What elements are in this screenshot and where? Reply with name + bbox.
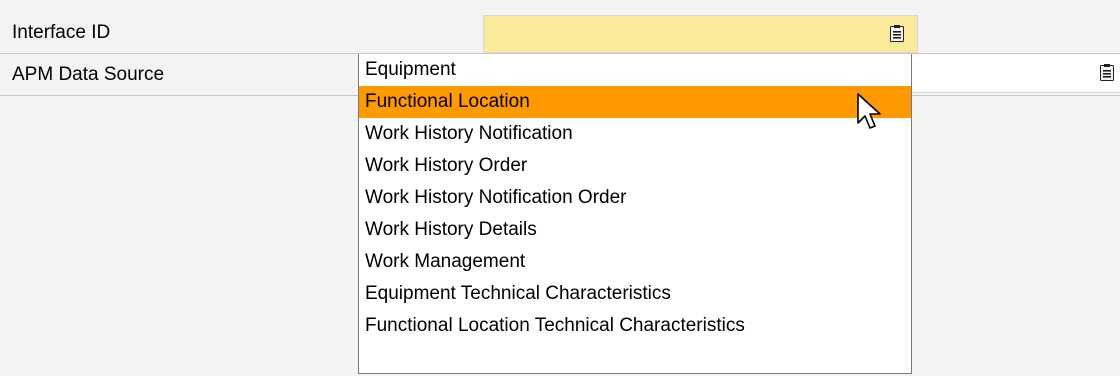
- mouse-pointer-icon: [857, 93, 881, 129]
- dropdown-option-work-history-notification-order[interactable]: Work History Notification Order: [359, 182, 911, 214]
- list-dropdown-icon[interactable]: [1100, 64, 1114, 81]
- dropdown-option-equipment[interactable]: Equipment: [359, 54, 911, 86]
- dropdown-option-functional-location[interactable]: Functional Location: [359, 86, 911, 118]
- apm-data-source-dropdown-list[interactable]: Equipment Functional Location Work Histo…: [358, 54, 912, 374]
- apm-data-source-field[interactable]: [912, 55, 1120, 93]
- dropdown-option-functional-location-technical-characteristics[interactable]: Functional Location Technical Characteri…: [359, 310, 911, 342]
- dropdown-option-work-history-order[interactable]: Work History Order: [359, 150, 911, 182]
- list-dropdown-icon[interactable]: [890, 25, 904, 42]
- interface-id-field[interactable]: [483, 15, 918, 53]
- dropdown-option-work-management[interactable]: Work Management: [359, 246, 911, 278]
- dropdown-option-equipment-technical-characteristics[interactable]: Equipment Technical Characteristics: [359, 278, 911, 310]
- dropdown-option-work-history-details[interactable]: Work History Details: [359, 214, 911, 246]
- dropdown-option-work-history-notification[interactable]: Work History Notification: [359, 118, 911, 150]
- apm-data-source-label: APM Data Source: [12, 64, 165, 85]
- interface-id-label: Interface ID: [12, 22, 111, 43]
